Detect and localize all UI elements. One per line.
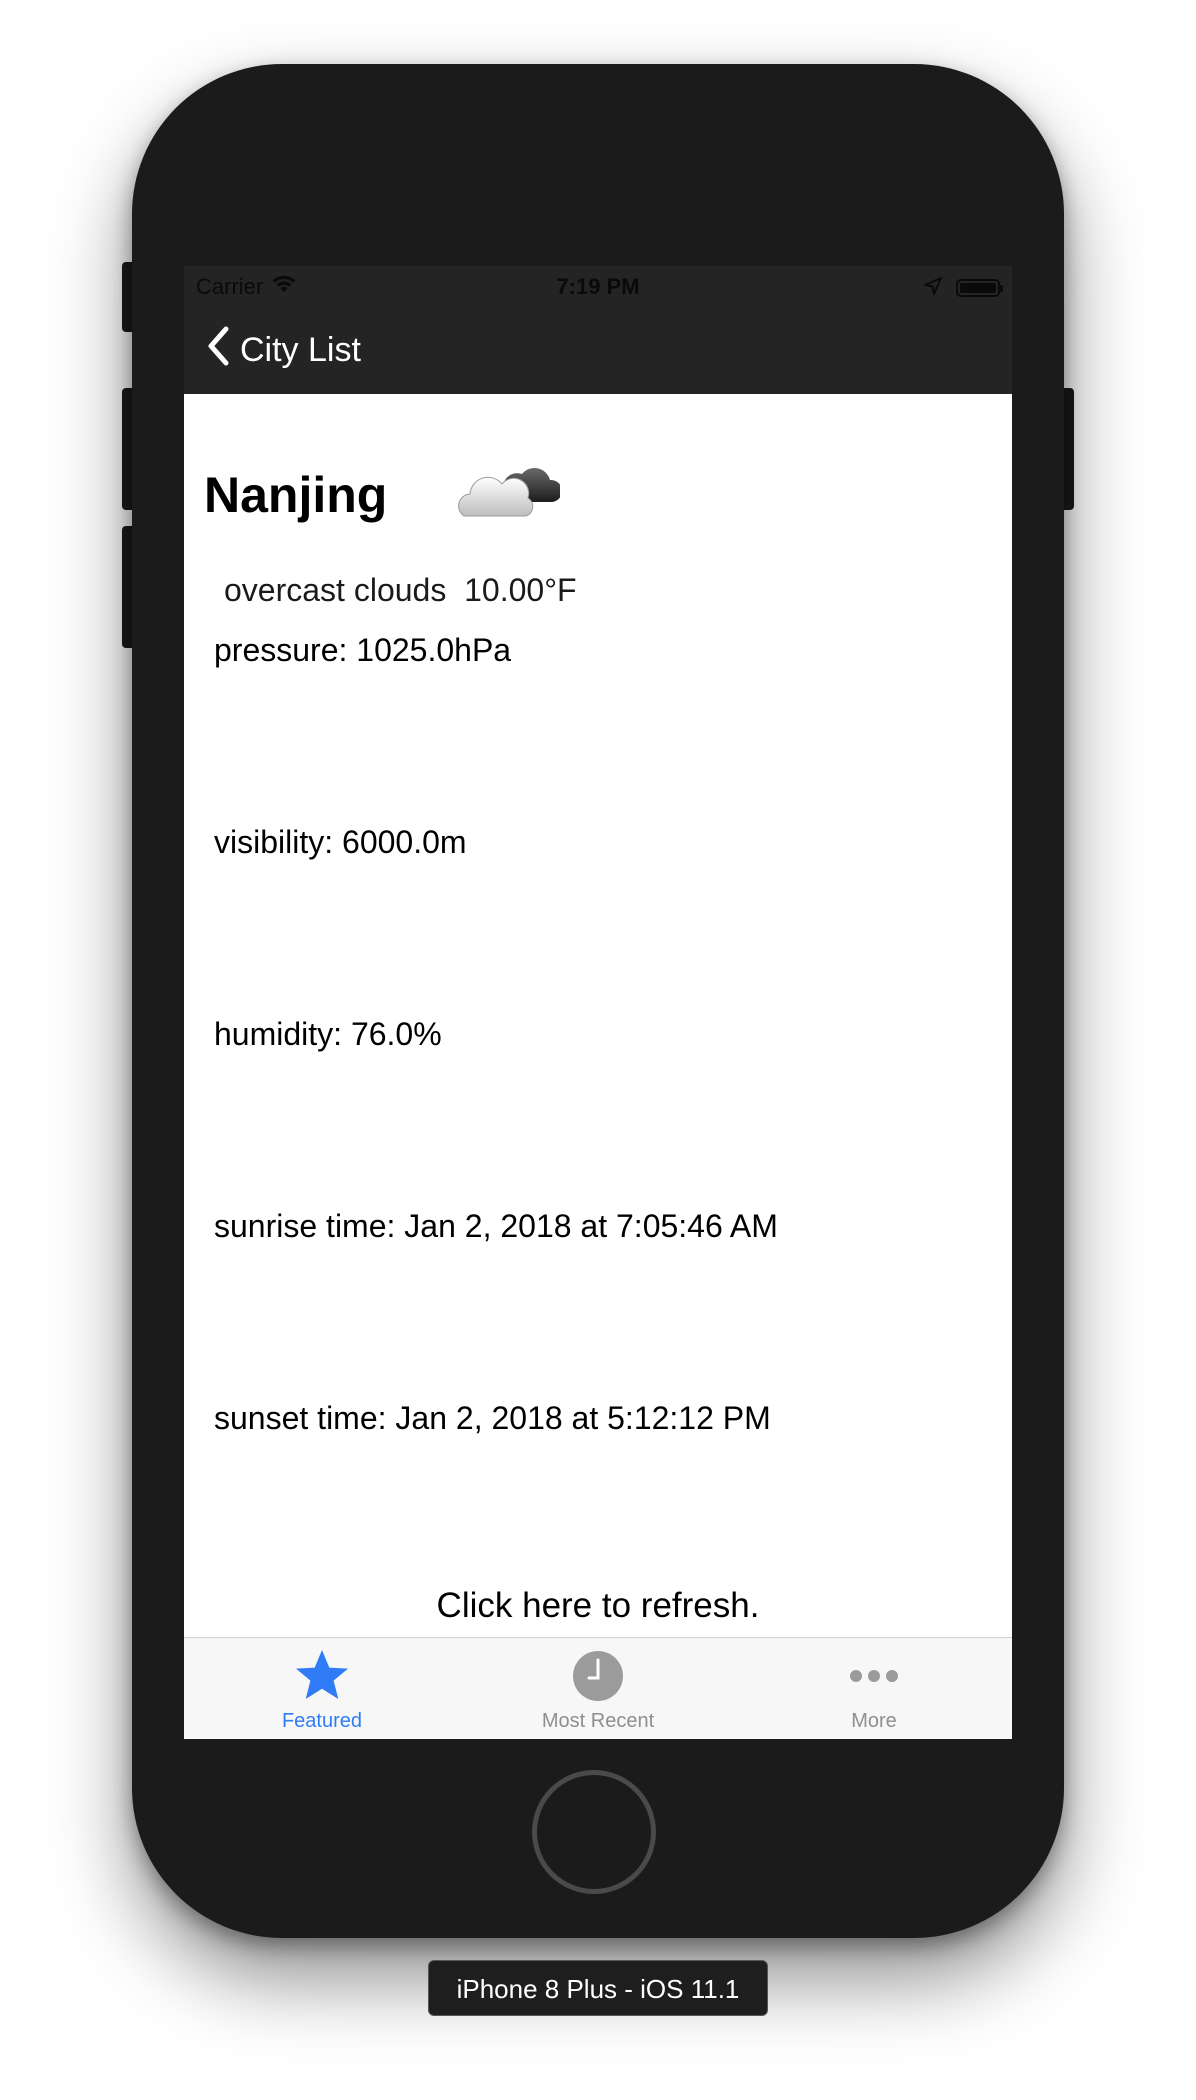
city-name: Nanjing <box>204 467 388 523</box>
tab-label: More <box>851 1710 897 1732</box>
location-arrow-icon <box>924 275 942 301</box>
weather-detail: Nanjing overcast clouds 10.00°F pressure… <box>184 394 1012 1637</box>
clock-icon <box>570 1648 626 1704</box>
temperature: 10.00°F <box>464 572 577 608</box>
weather-summary: overcast clouds 10.00°F <box>224 572 577 609</box>
status-time: 7:19 PM <box>556 274 640 299</box>
pressure-label: pressure: 1025.0hPa <box>214 632 512 668</box>
device-label: iPhone 8 Plus - iOS 11.1 <box>428 1960 768 2016</box>
tab-more[interactable]: More <box>736 1638 1012 1739</box>
tab-most-recent[interactable]: Most Recent <box>460 1638 736 1739</box>
tab-label: Most Recent <box>541 1710 655 1732</box>
tab-bar: Featured Most Recent More <box>184 1637 1012 1739</box>
cloud-icon <box>456 458 563 522</box>
navigation-bar: City List <box>184 306 1012 394</box>
home-button[interactable] <box>532 1770 656 1894</box>
weather-description: overcast clouds <box>224 572 447 608</box>
tab-label: Featured <box>281 1710 363 1732</box>
phone-screen: Carrier 7:19 PM City List Nanjing overca… <box>184 266 1012 1739</box>
humidity-label: humidity: 76.0% <box>214 1016 442 1052</box>
star-icon <box>294 1648 350 1704</box>
battery-icon <box>956 279 1003 297</box>
back-button-label: City List <box>240 331 361 369</box>
status-bar: Carrier 7:19 PM <box>184 266 1012 306</box>
sunset-label: sunset time: Jan 2, 2018 at 5:12:12 PM <box>214 1400 771 1436</box>
sunrise-label: sunrise time: Jan 2, 2018 at 7:05:46 AM <box>214 1208 778 1244</box>
back-button[interactable]: City List <box>206 326 361 375</box>
chevron-left-icon <box>206 326 230 375</box>
status-right-icons <box>924 275 1003 301</box>
simulator-stage: Carrier 7:19 PM City List Nanjing overca… <box>0 0 1196 2100</box>
more-icon <box>846 1648 902 1704</box>
visibility-label: visibility: 6000.0m <box>214 824 467 860</box>
tab-featured[interactable]: Featured <box>184 1638 460 1739</box>
refresh-button[interactable]: Click here to refresh. <box>184 1586 1012 1626</box>
